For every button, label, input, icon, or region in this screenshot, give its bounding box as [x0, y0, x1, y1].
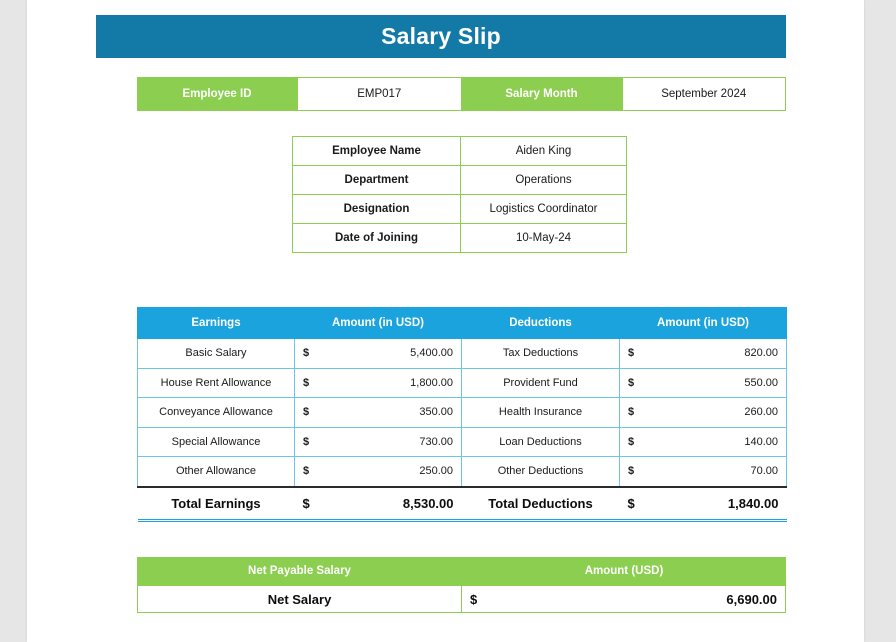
table-row: Basic Salary $ 5,400.00 Tax Deductions $… — [137, 338, 787, 369]
table-row: Date of Joining 10-May-24 — [292, 223, 627, 253]
total-deductions-amount: $ 1,840.00 — [619, 485, 787, 522]
net-payable-section: Net Payable Salary Amount (USD) Net Sala… — [137, 557, 786, 613]
designation-label: Designation — [292, 194, 461, 224]
department-label: Department — [292, 165, 461, 195]
employee-name-label: Employee Name — [292, 136, 461, 166]
currency-symbol: $ — [628, 465, 635, 478]
amount-value: 550.00 — [744, 376, 778, 389]
currency-symbol: $ — [628, 347, 635, 360]
amount-value: 350.00 — [419, 406, 453, 419]
earning-amount: $ 5,400.00 — [294, 338, 462, 369]
employee-id-label: Employee ID — [137, 77, 297, 111]
amount-value: 1,840.00 — [727, 495, 779, 511]
salary-month-label: Salary Month — [461, 77, 622, 111]
identity-strip: Employee ID EMP017 Salary Month Septembe… — [137, 77, 786, 111]
table-row: Other Allowance $ 250.00 Other Deduction… — [137, 456, 787, 487]
total-earnings-label: Total Earnings — [137, 485, 295, 522]
amount-value: 730.00 — [419, 435, 453, 448]
amount-value: 70.00 — [750, 465, 778, 478]
deduction-amount: $ 260.00 — [619, 397, 787, 428]
currency-symbol: $ — [303, 376, 310, 389]
net-salary-label: Net Salary — [138, 586, 462, 612]
deduction-name: Other Deductions — [461, 456, 620, 487]
page-title: Salary Slip — [96, 15, 786, 58]
currency-symbol: $ — [628, 406, 635, 419]
table-row: Special Allowance $ 730.00 Loan Deductio… — [137, 426, 787, 457]
currency-symbol: $ — [628, 435, 635, 448]
totals-row: Total Earnings $ 8,530.00 Total Deductio… — [137, 485, 787, 522]
deduction-name: Loan Deductions — [461, 426, 620, 457]
table-row: Department Operations — [292, 165, 627, 195]
earning-amount: $ 250.00 — [294, 456, 462, 487]
earning-name: Conveyance Allowance — [137, 397, 295, 428]
total-deductions-label: Total Deductions — [461, 485, 620, 522]
deduction-name: Provident Fund — [461, 367, 620, 398]
salary-month-value: September 2024 — [621, 77, 786, 111]
amount-value: 5,400.00 — [410, 347, 453, 360]
employee-name-value: Aiden King — [460, 136, 627, 166]
table-row: Designation Logistics Coordinator — [292, 194, 627, 224]
net-payable-amount-label: Amount (USD) — [584, 565, 664, 577]
currency-symbol: $ — [302, 495, 310, 511]
net-salary-amount: $ 6,690.00 — [462, 586, 785, 612]
amount-value: 8,530.00 — [402, 495, 454, 511]
amount-value: 260.00 — [744, 406, 778, 419]
earning-name: Special Allowance — [137, 426, 295, 457]
deduction-amount: $ 550.00 — [619, 367, 787, 398]
designation-value: Logistics Coordinator — [460, 194, 627, 224]
amount-value: 250.00 — [419, 465, 453, 478]
deduction-amount: $ 140.00 — [619, 426, 787, 457]
currency-symbol: $ — [303, 465, 310, 478]
amount-value: 140.00 — [744, 435, 778, 448]
salary-slip-page: Salary Slip Employee ID EMP017 Salary Mo… — [27, 0, 864, 642]
employee-id-value: EMP017 — [297, 77, 462, 111]
currency-symbol: $ — [470, 591, 478, 607]
net-payable-header-row: Net Payable Salary Amount (USD) — [137, 557, 786, 585]
earning-name: House Rent Allowance — [137, 367, 295, 398]
currency-symbol: $ — [628, 376, 635, 389]
deduction-amount: $ 820.00 — [619, 338, 787, 369]
table-row: Employee Name Aiden King — [292, 136, 627, 166]
deduction-amount: $ 70.00 — [619, 456, 787, 487]
currency-symbol: $ — [303, 435, 310, 448]
column-header-deductions-amount: Amount (in USD) — [619, 307, 787, 339]
earning-name: Other Allowance — [137, 456, 295, 487]
total-earnings-amount: $ 8,530.00 — [294, 485, 462, 522]
column-header-earnings: Earnings — [137, 307, 295, 339]
deduction-name: Health Insurance — [461, 397, 620, 428]
net-salary-row: Net Salary $ 6,690.00 — [137, 585, 786, 613]
column-header-deductions: Deductions — [461, 307, 620, 339]
table-header-row: Earnings Amount (in USD) Deductions Amou… — [137, 307, 787, 339]
earning-name: Basic Salary — [137, 338, 295, 369]
date-of-joining-value: 10-May-24 — [460, 223, 627, 253]
column-header-earnings-amount: Amount (in USD) — [294, 307, 462, 339]
amount-value: 1,800.00 — [410, 376, 453, 389]
department-value: Operations — [460, 165, 627, 195]
currency-symbol: $ — [303, 406, 310, 419]
earnings-deductions-table: Earnings Amount (in USD) Deductions Amou… — [137, 307, 787, 522]
deduction-name: Tax Deductions — [461, 338, 620, 369]
earning-amount: $ 350.00 — [294, 397, 462, 428]
earning-amount: $ 1,800.00 — [294, 367, 462, 398]
net-payable-label: Net Payable Salary — [248, 565, 351, 577]
amount-value: 820.00 — [744, 347, 778, 360]
table-row: Conveyance Allowance $ 350.00 Health Ins… — [137, 397, 787, 428]
date-of-joining-label: Date of Joining — [292, 223, 461, 253]
amount-value: 6,690.00 — [726, 591, 777, 607]
table-row: House Rent Allowance $ 1,800.00 Providen… — [137, 367, 787, 398]
currency-symbol: $ — [303, 347, 310, 360]
earning-amount: $ 730.00 — [294, 426, 462, 457]
currency-symbol: $ — [627, 495, 635, 511]
employee-details-table: Employee Name Aiden King Department Oper… — [292, 136, 627, 253]
